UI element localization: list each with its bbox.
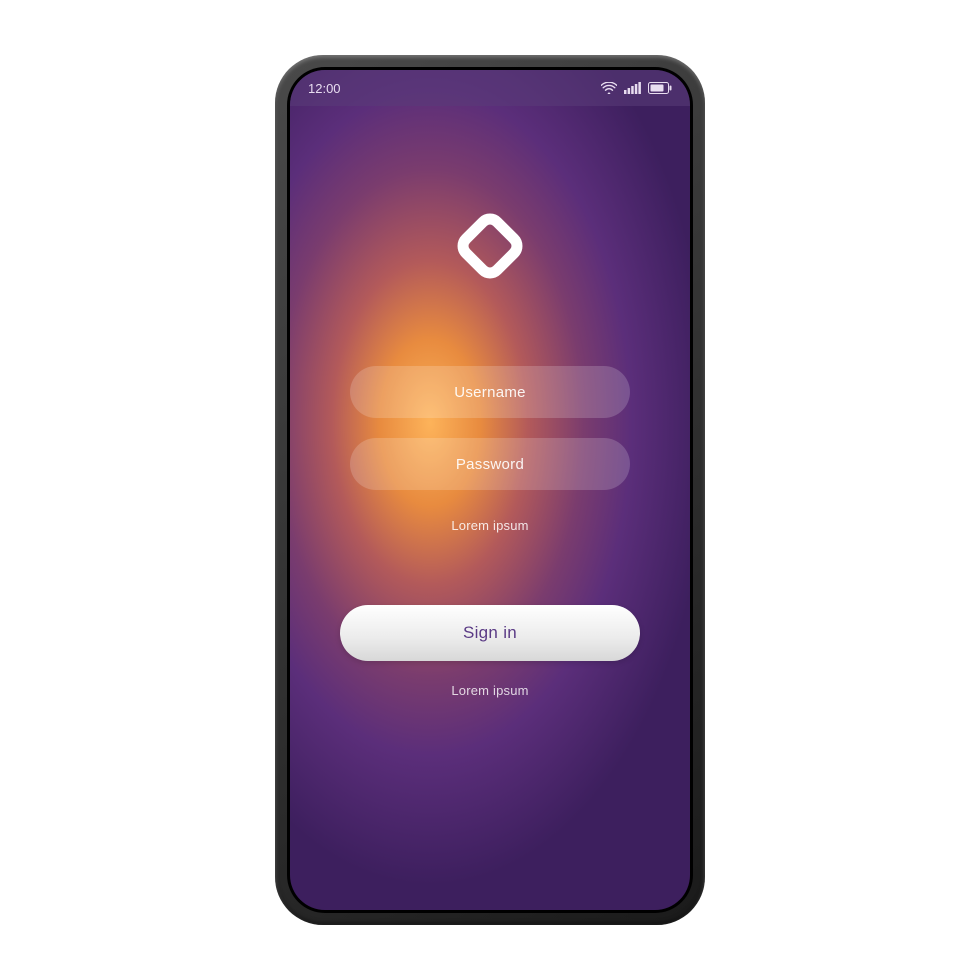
signal-icon xyxy=(624,82,641,94)
password-input[interactable] xyxy=(350,438,630,490)
status-icons xyxy=(601,82,672,94)
wifi-icon xyxy=(601,82,617,94)
helper-text: Lorem ipsum xyxy=(451,518,528,533)
status-time: 12:00 xyxy=(308,81,341,96)
battery-icon xyxy=(648,82,672,94)
username-input[interactable] xyxy=(350,366,630,418)
phone-inner: 12:00 xyxy=(287,67,693,913)
login-content: Lorem ipsum Sign in Lorem ipsum xyxy=(290,106,690,910)
footer-text[interactable]: Lorem ipsum xyxy=(451,683,528,698)
sign-in-button[interactable]: Sign in xyxy=(340,605,640,661)
screen: 12:00 xyxy=(290,70,690,910)
status-bar: 12:00 xyxy=(290,70,690,106)
app-logo-icon xyxy=(430,186,550,311)
phone-frame: 12:00 xyxy=(275,55,705,925)
